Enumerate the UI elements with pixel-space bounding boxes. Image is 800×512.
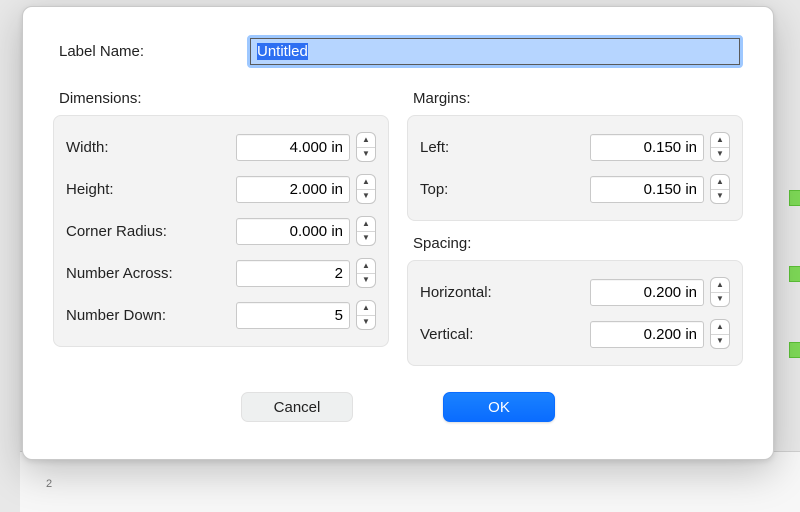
- width-field: Width: ▲ ▼: [66, 126, 376, 168]
- label-name-row: Label Name:: [53, 35, 743, 68]
- spacing-horizontal-input[interactable]: [590, 279, 704, 306]
- margin-top-stepper[interactable]: ▲ ▼: [710, 174, 730, 204]
- margin-left-input[interactable]: [590, 134, 704, 161]
- stepper-down-icon[interactable]: ▼: [357, 232, 375, 246]
- cancel-button[interactable]: Cancel: [241, 392, 353, 422]
- width-input[interactable]: [236, 134, 350, 161]
- spacing-vertical-stepper[interactable]: ▲ ▼: [710, 319, 730, 349]
- stepper-down-icon[interactable]: ▼: [711, 190, 729, 204]
- background-ruler: 2: [20, 451, 800, 512]
- guide-handle: [789, 342, 800, 358]
- stepper-down-icon[interactable]: ▼: [357, 316, 375, 330]
- number-down-field: Number Down: ▲ ▼: [66, 294, 376, 336]
- stepper-down-icon[interactable]: ▼: [711, 148, 729, 162]
- dimensions-column: Dimensions: Width: ▲ ▼ Height:: [53, 90, 389, 366]
- margins-heading: Margins:: [407, 90, 743, 115]
- ok-button[interactable]: OK: [443, 392, 555, 422]
- stepper-up-icon[interactable]: ▲: [357, 175, 375, 190]
- stepper-down-icon[interactable]: ▼: [357, 274, 375, 288]
- label-name-label: Label Name:: [53, 43, 247, 60]
- spacing-horizontal-stepper[interactable]: ▲ ▼: [710, 277, 730, 307]
- stepper-up-icon[interactable]: ▲: [711, 278, 729, 293]
- stepper-up-icon[interactable]: ▲: [357, 217, 375, 232]
- corner-radius-input[interactable]: [236, 218, 350, 245]
- number-down-input[interactable]: [236, 302, 350, 329]
- margin-left-field: Left: ▲ ▼: [420, 126, 730, 168]
- dimensions-group: Width: ▲ ▼ Height: ▲: [53, 115, 389, 347]
- width-label: Width:: [66, 139, 109, 156]
- stepper-up-icon[interactable]: ▲: [711, 320, 729, 335]
- margin-top-field: Top: ▲ ▼: [420, 168, 730, 210]
- dimensions-heading: Dimensions:: [53, 90, 389, 115]
- margin-left-stepper[interactable]: ▲ ▼: [710, 132, 730, 162]
- margin-left-label: Left:: [420, 139, 449, 156]
- number-across-label: Number Across:: [66, 265, 173, 282]
- height-input[interactable]: [236, 176, 350, 203]
- number-down-label: Number Down:: [66, 307, 166, 324]
- spacing-vertical-input[interactable]: [590, 321, 704, 348]
- spacing-horizontal-label: Horizontal:: [420, 284, 492, 301]
- guide-handle: [789, 266, 800, 282]
- guide-handle: [789, 190, 800, 206]
- number-across-field: Number Across: ▲ ▼: [66, 252, 376, 294]
- spacing-vertical-field: Vertical: ▲ ▼: [420, 313, 730, 355]
- spacing-vertical-label: Vertical:: [420, 326, 473, 343]
- height-field: Height: ▲ ▼: [66, 168, 376, 210]
- stepper-down-icon[interactable]: ▼: [357, 148, 375, 162]
- corner-radius-stepper[interactable]: ▲ ▼: [356, 216, 376, 246]
- stepper-up-icon[interactable]: ▲: [357, 133, 375, 148]
- spacing-horizontal-field: Horizontal: ▲ ▼: [420, 271, 730, 313]
- margins-spacing-column: Margins: Left: ▲ ▼ Top:: [407, 90, 743, 366]
- stepper-down-icon[interactable]: ▼: [357, 190, 375, 204]
- stepper-up-icon[interactable]: ▲: [711, 133, 729, 148]
- margin-top-input[interactable]: [590, 176, 704, 203]
- dialog-footer: Cancel OK: [53, 392, 743, 422]
- ruler-mark: 2: [46, 478, 52, 490]
- margins-group: Left: ▲ ▼ Top: ▲ ▼: [407, 115, 743, 221]
- spacing-heading: Spacing:: [407, 235, 743, 260]
- height-stepper[interactable]: ▲ ▼: [356, 174, 376, 204]
- spacing-group: Horizontal: ▲ ▼ Vertical: ▲: [407, 260, 743, 366]
- number-across-stepper[interactable]: ▲ ▼: [356, 258, 376, 288]
- width-stepper[interactable]: ▲ ▼: [356, 132, 376, 162]
- corner-radius-field: Corner Radius: ▲ ▼: [66, 210, 376, 252]
- margin-top-label: Top:: [420, 181, 448, 198]
- stepper-down-icon[interactable]: ▼: [711, 293, 729, 307]
- height-label: Height:: [66, 181, 114, 198]
- label-name-focus-ring: [247, 35, 743, 68]
- number-across-input[interactable]: [236, 260, 350, 287]
- stepper-up-icon[interactable]: ▲: [357, 259, 375, 274]
- stepper-down-icon[interactable]: ▼: [711, 335, 729, 349]
- corner-radius-label: Corner Radius:: [66, 223, 167, 240]
- label-name-input[interactable]: [250, 38, 740, 65]
- stepper-up-icon[interactable]: ▲: [357, 301, 375, 316]
- label-setup-dialog: Label Name: Dimensions: Width: ▲ ▼: [22, 6, 774, 460]
- stepper-up-icon[interactable]: ▲: [711, 175, 729, 190]
- number-down-stepper[interactable]: ▲ ▼: [356, 300, 376, 330]
